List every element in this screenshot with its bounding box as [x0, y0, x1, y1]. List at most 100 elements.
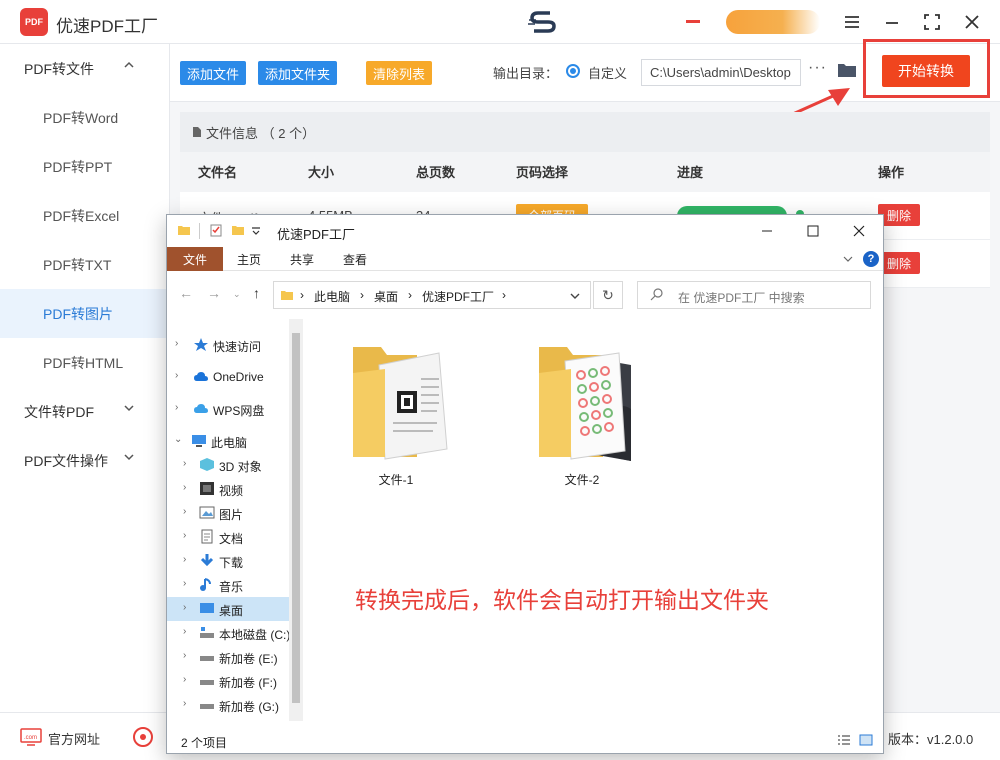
- up-arrow-icon[interactable]: ↑: [253, 285, 260, 301]
- start-convert-button[interactable]: 开始转换: [882, 55, 970, 87]
- nav-item-videos[interactable]: › 视频: [167, 477, 289, 501]
- minimize-icon[interactable]: [880, 10, 904, 34]
- nav-item-downloads[interactable]: › 下载: [167, 549, 289, 573]
- nav-item-quick-access[interactable]: › 快速访问: [167, 333, 289, 357]
- sidebar-item-pdf-to-ppt[interactable]: PDF转PPT: [0, 142, 170, 191]
- properties-icon[interactable]: [209, 223, 223, 237]
- expand-icon[interactable]: ›: [175, 402, 178, 413]
- expand-icon[interactable]: ›: [183, 626, 186, 637]
- folder-open-icon[interactable]: [837, 62, 857, 78]
- tab-share[interactable]: 共享: [290, 251, 314, 268]
- nav-item-drive-e[interactable]: › 新加卷 (E:): [167, 645, 289, 669]
- folder-item-1[interactable]: 文件-1: [341, 339, 451, 489]
- delete-button[interactable]: 删除: [878, 252, 920, 274]
- menu-icon[interactable]: [840, 10, 864, 34]
- new-folder-icon[interactable]: [231, 223, 245, 237]
- recent-chevron-icon[interactable]: ⌄: [233, 289, 241, 300]
- tab-view[interactable]: 查看: [343, 251, 367, 268]
- sidebar-group-pdf-operations[interactable]: PDF文件操作: [0, 436, 170, 485]
- nav-item-drive-g[interactable]: › 新加卷 (G:): [167, 693, 289, 717]
- add-file-button[interactable]: 添加文件: [180, 61, 247, 85]
- chevron-up-icon: [124, 60, 134, 72]
- minimize-icon[interactable]: [757, 221, 777, 241]
- customize-toolbar-icon[interactable]: [251, 227, 261, 235]
- nav-item-desktop[interactable]: › 桌面: [167, 597, 289, 621]
- breadcrumb-this-pc[interactable]: 此电脑: [314, 288, 350, 305]
- sidebar-item-pdf-to-html[interactable]: PDF转HTML: [0, 338, 170, 387]
- nav-scrollbar[interactable]: [289, 319, 303, 721]
- file-info-text: 文件信息 （ 2 个）: [206, 125, 316, 141]
- back-arrow-icon[interactable]: ←: [179, 285, 193, 301]
- expand-icon[interactable]: ›: [183, 578, 186, 589]
- close-icon[interactable]: [960, 10, 984, 34]
- expand-icon[interactable]: ›: [183, 482, 186, 493]
- tab-home[interactable]: 主页: [237, 251, 261, 268]
- expand-icon[interactable]: ›: [183, 674, 186, 685]
- sidebar-group-file-to-pdf[interactable]: 文件转PDF: [0, 387, 170, 436]
- custom-radio-label: 自定义: [588, 66, 628, 81]
- breadcrumb-folder[interactable]: 优速PDF工厂: [422, 288, 494, 305]
- folder-item-2[interactable]: 文件-2: [527, 339, 637, 489]
- computer-icon: [192, 435, 206, 447]
- address-box[interactable]: › 此电脑 › 桌面 › 优速PDF工厂 ›: [273, 281, 591, 309]
- custom-radio[interactable]: [566, 64, 580, 78]
- nav-label: 本地磁盘 (C:): [219, 628, 291, 642]
- expand-icon[interactable]: ›: [175, 338, 178, 349]
- collapse-icon[interactable]: ⌄: [174, 434, 182, 445]
- chevron-down-icon[interactable]: [570, 292, 580, 300]
- sidebar-item-pdf-to-word[interactable]: PDF转Word: [0, 93, 170, 142]
- sidebar-group-label: 文件转PDF: [24, 403, 94, 420]
- expand-icon[interactable]: ›: [183, 554, 186, 565]
- expand-icon[interactable]: ›: [183, 698, 186, 709]
- details-view-icon[interactable]: [837, 734, 851, 746]
- search-input[interactable]: 在 优速PDF工厂 中搜索: [637, 281, 871, 309]
- expand-icon[interactable]: ›: [183, 530, 186, 541]
- nav-item-pictures[interactable]: › 图片: [167, 501, 289, 525]
- sidebar-item-pdf-to-image[interactable]: PDF转图片: [0, 289, 170, 338]
- version-text: 版本：v1.2.0.0: [888, 732, 974, 747]
- support-icon[interactable]: [132, 726, 154, 748]
- refresh-icon[interactable]: ↻: [593, 281, 623, 309]
- sidebar-group-pdf-to-file[interactable]: PDF转文件: [0, 44, 170, 93]
- folder-label: 文件-1: [378, 473, 414, 487]
- nav-label: 新加卷 (G:): [219, 700, 279, 714]
- sidebar-group-label: PDF文件操作: [24, 452, 108, 469]
- explorer-status-bar: 2 个项目: [167, 727, 883, 753]
- more-options-button[interactable]: ···: [808, 59, 827, 77]
- close-icon[interactable]: [849, 221, 869, 241]
- scrollbar-thumb[interactable]: [292, 333, 300, 703]
- nav-item-3d-objects[interactable]: › 3D 对象: [167, 453, 289, 477]
- expand-icon[interactable]: ›: [175, 370, 178, 381]
- delete-button[interactable]: 删除: [878, 204, 920, 226]
- promo-button[interactable]: [726, 10, 820, 34]
- website-link[interactable]: 官方网址: [48, 729, 100, 748]
- expand-icon[interactable]: ›: [183, 506, 186, 517]
- maximize-icon[interactable]: [803, 221, 823, 241]
- breadcrumb-desktop[interactable]: 桌面: [374, 288, 398, 305]
- nav-label: 图片: [219, 508, 244, 522]
- expand-icon[interactable]: ›: [183, 602, 186, 613]
- star-icon: [194, 338, 208, 351]
- divider: [199, 223, 200, 239]
- large-icons-view-icon[interactable]: [859, 734, 873, 746]
- expand-icon[interactable]: ›: [183, 650, 186, 661]
- nav-item-wps-cloud[interactable]: › WPS网盘: [167, 397, 289, 421]
- fullscreen-icon[interactable]: [920, 10, 944, 34]
- sidebar-item-pdf-to-txt[interactable]: PDF转TXT: [0, 240, 170, 289]
- sidebar-item-pdf-to-excel[interactable]: PDF转Excel: [0, 191, 170, 240]
- forward-arrow-icon[interactable]: →: [207, 285, 221, 301]
- help-icon[interactable]: ?: [863, 251, 879, 267]
- tab-file[interactable]: 文件: [167, 247, 223, 271]
- nav-item-onedrive[interactable]: › OneDrive: [167, 365, 289, 389]
- nav-item-documents[interactable]: › 文档: [167, 525, 289, 549]
- nav-item-this-pc[interactable]: ⌄ 此电脑: [167, 429, 289, 453]
- nav-item-drive-f[interactable]: › 新加卷 (F:): [167, 669, 289, 693]
- chevron-down-icon[interactable]: [843, 255, 853, 263]
- clear-list-button[interactable]: 清除列表: [366, 61, 433, 85]
- column-header-action: 操作: [878, 165, 905, 180]
- add-folder-button[interactable]: 添加文件夹: [258, 61, 338, 85]
- nav-item-drive-c[interactable]: › 本地磁盘 (C:): [167, 621, 291, 645]
- expand-icon[interactable]: ›: [183, 458, 186, 469]
- nav-item-music[interactable]: › 音乐: [167, 573, 289, 597]
- drive-icon: [200, 656, 214, 661]
